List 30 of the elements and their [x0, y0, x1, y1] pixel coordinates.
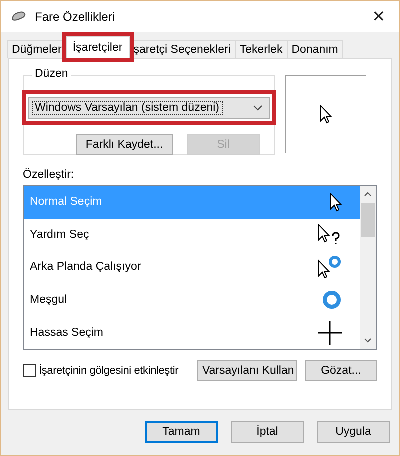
window-title: Fare Özellikleri [35, 10, 116, 24]
scroll-up-icon[interactable] [364, 192, 372, 197]
checkbox[interactable] [23, 364, 36, 377]
dialog-button[interactable]: Uygula [317, 421, 390, 443]
checkbox-label: İşaretçinin gölgesini etkinleştir [39, 364, 179, 376]
list-button[interactable]: Varsayılanı Kullan [197, 360, 298, 381]
cursor-list-item[interactable]: Yardım Seç [24, 218, 360, 252]
scroll-thumb[interactable] [361, 203, 375, 237]
group-label: Düzen [32, 68, 72, 80]
cursor-list-item[interactable]: Hassas Seçim [24, 316, 360, 349]
busy-arrow-cursor-icon [318, 256, 342, 278]
arrow-cursor-icon [330, 192, 342, 212]
list-button[interactable]: Gözat... [305, 360, 377, 381]
tab[interactable]: Donanım [286, 40, 344, 58]
list-label: Özelleştir: [23, 169, 76, 181]
arrow-cursor-icon [320, 105, 332, 124]
dialog-button[interactable]: İptal [231, 421, 304, 443]
scheme-button[interactable]: Farklı Kaydet... [76, 134, 173, 155]
dialog-button[interactable]: Tamam [145, 421, 218, 443]
chevron-down-icon [253, 105, 263, 111]
help-cursor-icon [318, 224, 342, 246]
close-button[interactable]: ✕ [359, 1, 399, 32]
scrollbar[interactable] [360, 186, 376, 349]
crosshair-icon [318, 320, 342, 345]
scroll-down-icon[interactable] [364, 338, 372, 343]
mouse-icon [11, 10, 27, 22]
cursor-list-item[interactable]: Arka Planda Çalışıyor [24, 251, 360, 284]
spinner-icon [322, 290, 342, 310]
scheme-dropdown[interactable]: Windows Varsayılan (sistem düzeni) [28, 97, 270, 119]
cursor-list-item[interactable]: Meşgul [24, 284, 360, 316]
